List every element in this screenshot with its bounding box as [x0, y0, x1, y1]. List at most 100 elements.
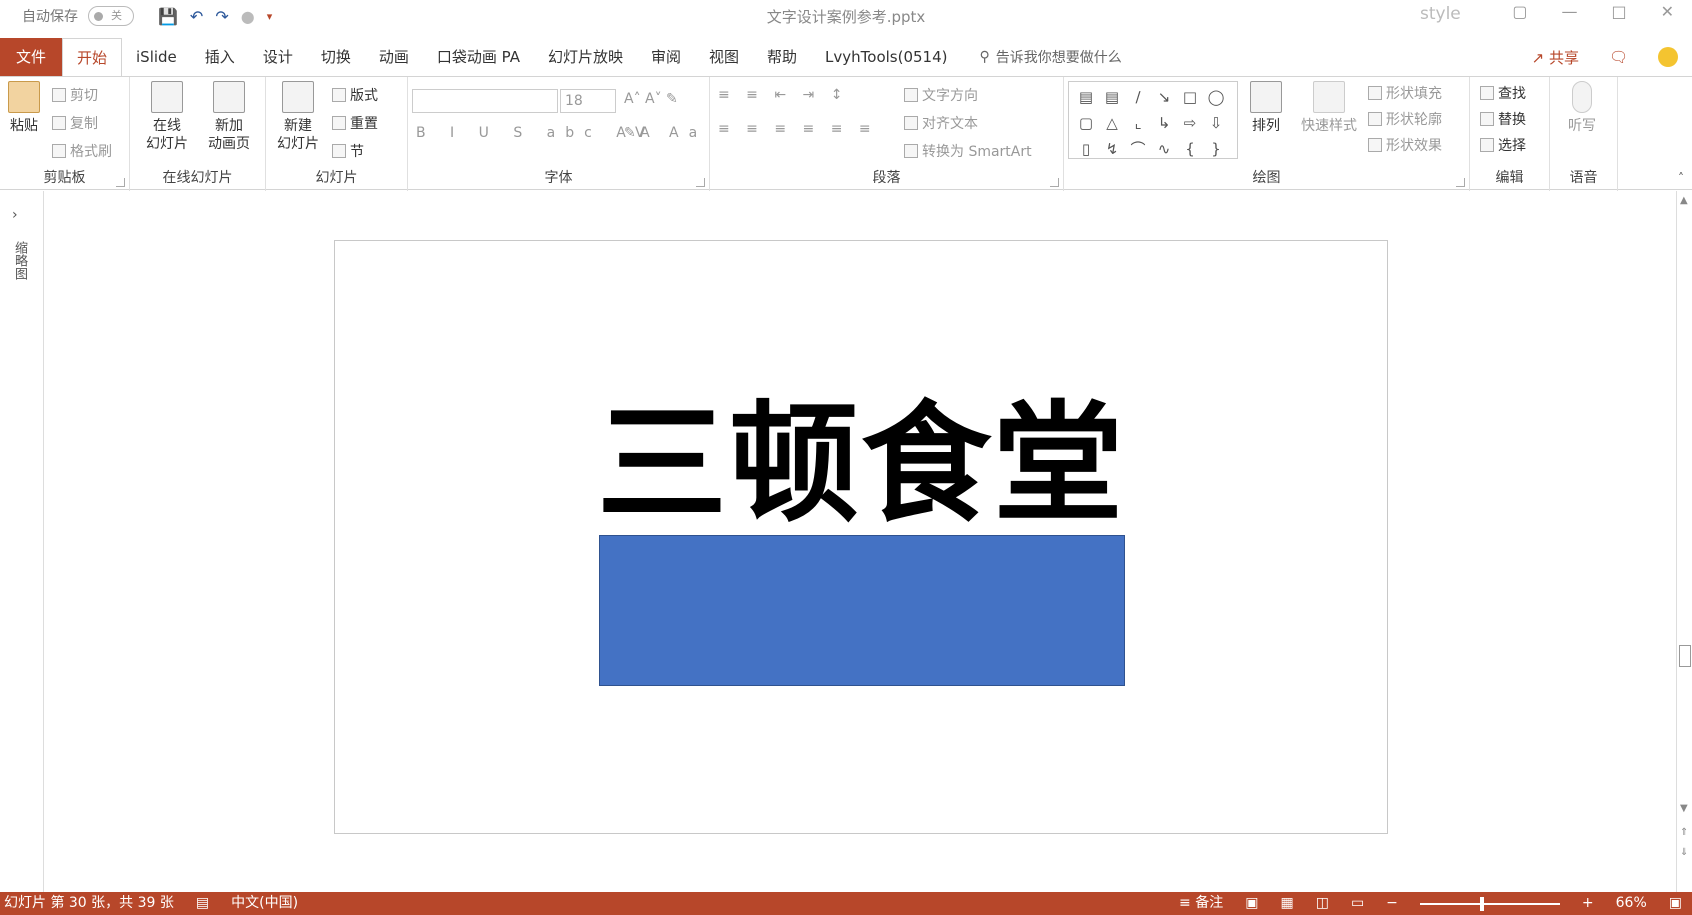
- slideshow-view-icon[interactable]: ▭: [1351, 892, 1364, 915]
- tab-home[interactable]: 开始: [62, 37, 123, 77]
- rounded-rect-shape-icon[interactable]: ▢: [1073, 110, 1099, 136]
- alignment-buttons-icon[interactable]: ≡ ≡ ≡ ≡ ≡ ≡: [718, 121, 877, 137]
- reading-view-icon[interactable]: ◫: [1316, 892, 1329, 915]
- scroll-up-icon[interactable]: ▲: [1680, 195, 1688, 206]
- elbow-connector-shape-icon[interactable]: ⌞: [1125, 110, 1151, 136]
- right-brace-shape-icon[interactable]: }: [1203, 136, 1229, 162]
- blue-rectangle-shape[interactable]: [599, 535, 1125, 686]
- shapes-gallery[interactable]: ▤ ▤ ∕ ↘ □ ◯ ▢ △ ⌞ ↳ ⇨ ⇩ ▯ ↯ ⌒ ∿ { }: [1068, 81, 1238, 159]
- collapse-ribbon-icon[interactable]: ˄: [1678, 171, 1684, 185]
- scroll-down-icon[interactable]: ▼: [1680, 803, 1688, 814]
- ribbon-display-icon[interactable]: ▢: [1512, 2, 1527, 21]
- arc-shape-icon[interactable]: ⌒: [1125, 136, 1151, 162]
- textbox-shape-icon[interactable]: ▤: [1073, 84, 1099, 110]
- font-size-field[interactable]: 18: [560, 89, 616, 113]
- font-format-row[interactable]: B I U S abc AV Aa: [416, 125, 707, 141]
- font-dialog-launcher-icon[interactable]: [696, 178, 705, 187]
- rectangle-shape-icon[interactable]: □: [1177, 84, 1203, 110]
- replace-button[interactable]: 替换: [1480, 109, 1526, 129]
- zoom-level[interactable]: 66%: [1616, 892, 1647, 915]
- align-text-icon: [904, 116, 918, 130]
- tab-lvyhtools[interactable]: LvyhTools(0514): [811, 38, 961, 76]
- share-button[interactable]: ↗ 共享: [1532, 47, 1579, 68]
- text-direction-button[interactable]: 文字方向: [904, 85, 978, 105]
- paragraph-dialog-launcher-icon[interactable]: [1050, 178, 1059, 187]
- section-button[interactable]: 节: [332, 141, 364, 161]
- font-color-icon[interactable]: ✎ A: [624, 125, 650, 141]
- drawing-dialog-launcher-icon[interactable]: [1456, 178, 1465, 187]
- tab-help[interactable]: 帮助: [753, 38, 811, 76]
- smartart-button[interactable]: 转换为 SmartArt: [904, 141, 1032, 161]
- new-animation-page-button[interactable]: 新加 动画页: [198, 81, 260, 153]
- next-slide-icon[interactable]: ⇓: [1680, 847, 1688, 858]
- arrange-button[interactable]: 排列: [1244, 81, 1288, 135]
- find-button[interactable]: 查找: [1480, 83, 1526, 103]
- tab-slideshow[interactable]: 幻灯片放映: [534, 38, 637, 76]
- lightning-shape-icon[interactable]: ↯: [1099, 136, 1125, 162]
- shape-outline-button[interactable]: 形状轮廓: [1368, 109, 1442, 129]
- scrollbar-thumb[interactable]: [1679, 645, 1691, 667]
- font-name-field[interactable]: [412, 89, 558, 113]
- elbow-arrow-shape-icon[interactable]: ↳: [1151, 110, 1177, 136]
- copy-button[interactable]: 复制: [52, 113, 98, 133]
- select-button[interactable]: 选择: [1480, 135, 1526, 155]
- normal-view-icon[interactable]: ▣: [1245, 892, 1258, 915]
- tab-insert[interactable]: 插入: [191, 38, 249, 76]
- dictate-button[interactable]: 听写: [1560, 81, 1604, 135]
- group-slides: 新建 幻灯片 版式 重置 节 幻灯片: [266, 77, 408, 191]
- oval-shape-icon[interactable]: ◯: [1203, 84, 1229, 110]
- align-text-button[interactable]: 对齐文本: [904, 113, 978, 133]
- format-painter-button[interactable]: 格式刷: [52, 141, 112, 161]
- fit-to-window-icon[interactable]: ▣: [1669, 892, 1682, 915]
- expand-chevron-icon[interactable]: ›: [12, 207, 18, 223]
- slide-sorter-icon[interactable]: ▦: [1280, 892, 1293, 915]
- tab-view[interactable]: 视图: [695, 38, 753, 76]
- list-buttons-icon[interactable]: ≡ ≡ ⇤ ⇥ ↕: [718, 87, 848, 103]
- vertical-textbox-shape-icon[interactable]: ▤: [1099, 84, 1125, 110]
- freeform-shape-icon[interactable]: ▯: [1073, 136, 1099, 162]
- feedback-smiley-icon[interactable]: [1658, 47, 1678, 67]
- new-animation-label: 新加: [215, 118, 243, 134]
- zoom-slider[interactable]: [1419, 896, 1560, 911]
- tab-pocket-animation[interactable]: 口袋动画 PA: [423, 38, 534, 76]
- quick-styles-button[interactable]: 快速样式: [1296, 81, 1362, 135]
- tab-islide[interactable]: iSlide: [122, 38, 191, 76]
- notes-button[interactable]: ≡ 备注: [1179, 892, 1223, 915]
- online-slides-button[interactable]: 在线 幻灯片: [136, 81, 198, 153]
- close-icon[interactable]: ✕: [1661, 2, 1674, 21]
- down-arrow-shape-icon[interactable]: ⇩: [1203, 110, 1229, 136]
- vertical-scrollbar[interactable]: ▲ ▼ ⇑ ⇓: [1676, 191, 1692, 892]
- shape-effects-button[interactable]: 形状效果: [1368, 135, 1442, 155]
- slide-title-text[interactable]: 三顿食堂: [335, 359, 1387, 547]
- comments-icon[interactable]: 🗨: [1609, 48, 1628, 66]
- shape-fill-button[interactable]: 形状填充: [1368, 83, 1442, 103]
- arrow-line-shape-icon[interactable]: ↘: [1151, 84, 1177, 110]
- reset-button[interactable]: 重置: [332, 113, 378, 133]
- tab-review[interactable]: 审阅: [637, 38, 695, 76]
- zoom-in-icon[interactable]: +: [1582, 892, 1594, 915]
- previous-slide-icon[interactable]: ⇑: [1680, 827, 1688, 838]
- tell-me-search[interactable]: ⚲ 告诉我你想要做什么: [980, 47, 1122, 67]
- triangle-shape-icon[interactable]: △: [1099, 110, 1125, 136]
- dialog-launcher-icon[interactable]: [116, 178, 125, 187]
- minimize-icon[interactable]: —: [1561, 2, 1577, 21]
- zoom-out-icon[interactable]: −: [1386, 892, 1398, 915]
- layout-button[interactable]: 版式: [332, 85, 378, 105]
- tab-design[interactable]: 设计: [249, 38, 307, 76]
- new-slide-button[interactable]: 新建 幻灯片: [270, 81, 326, 153]
- tab-animations[interactable]: 动画: [365, 38, 423, 76]
- thumbnail-pane-collapsed[interactable]: › 缩略图: [0, 191, 44, 892]
- maximize-icon[interactable]: □: [1611, 2, 1626, 21]
- slide-canvas[interactable]: 三顿食堂: [334, 240, 1388, 834]
- cut-button[interactable]: 剪切: [52, 85, 98, 105]
- tab-transitions[interactable]: 切换: [307, 38, 365, 76]
- language-indicator[interactable]: 中文(中国): [231, 892, 298, 915]
- spellcheck-icon[interactable]: ▤: [196, 892, 209, 915]
- tab-file[interactable]: 文件: [0, 38, 62, 76]
- left-brace-shape-icon[interactable]: {: [1177, 136, 1203, 162]
- line-shape-icon[interactable]: ∕: [1125, 84, 1151, 110]
- right-arrow-shape-icon[interactable]: ⇨: [1177, 110, 1203, 136]
- curve-shape-icon[interactable]: ∿: [1151, 136, 1177, 162]
- font-grow-shrink-icon[interactable]: A˄ A˅ ✎: [624, 91, 678, 107]
- paste-button[interactable]: 粘贴: [6, 81, 42, 135]
